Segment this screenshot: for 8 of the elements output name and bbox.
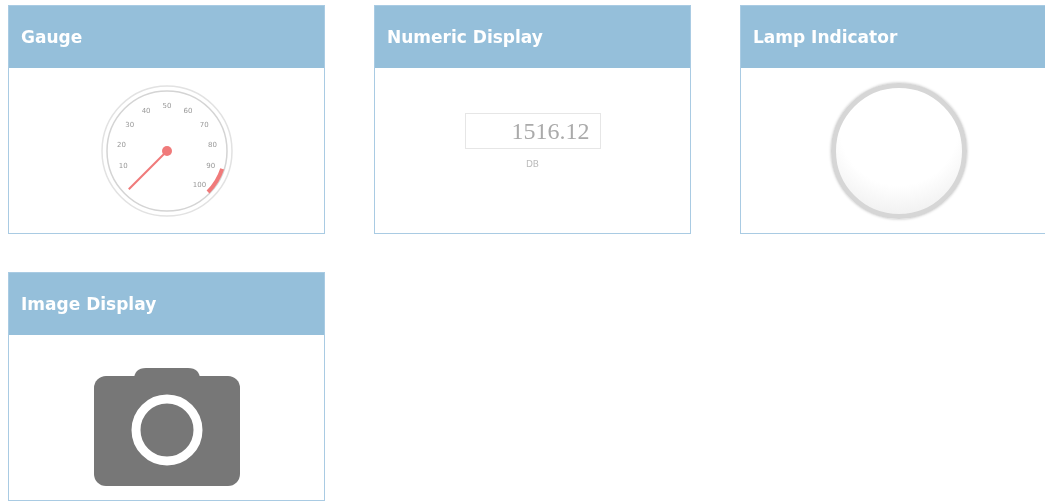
gauge-needle [127,146,172,191]
card-title: Lamp Indicator [753,27,898,47]
numeric-display: 1516.12 [464,113,601,149]
card-title: Image Display [21,294,157,314]
card-title: Numeric Display [387,27,543,47]
unit-label: DB [525,159,540,169]
card-title: Gauge [21,27,83,47]
danger-zone-arc [206,168,224,194]
